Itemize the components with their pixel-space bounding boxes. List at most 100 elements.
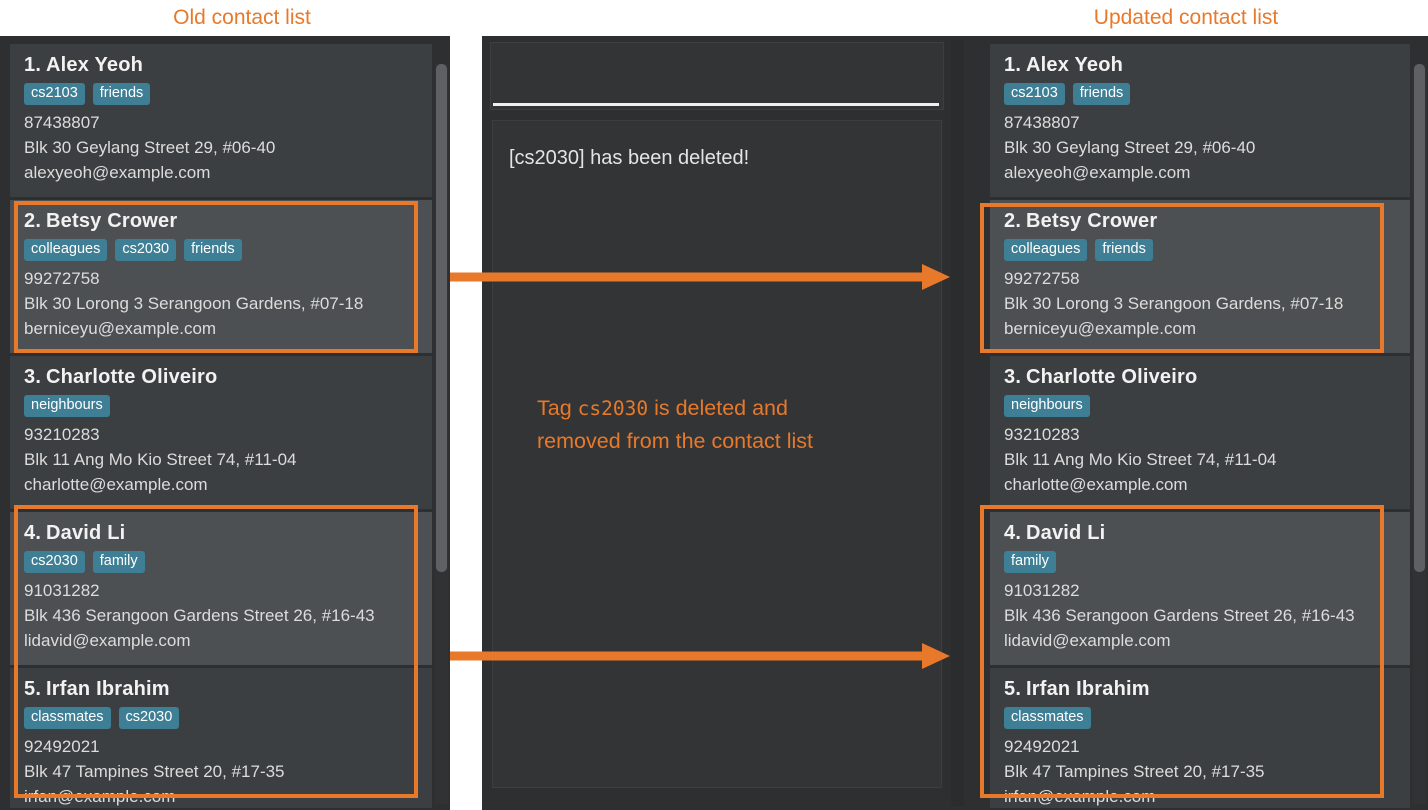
contact-card[interactable]: 4. David Li family 91031282 Blk 436 Serangoo… bbox=[990, 512, 1410, 665]
contact-index: 5. bbox=[24, 678, 42, 700]
contact-phone: 93210283 bbox=[1004, 425, 1080, 444]
contact-tags: classmates bbox=[1004, 707, 1396, 729]
contact-email: alexyeoh@example.com bbox=[24, 163, 211, 182]
contact-card[interactable]: 1. Alex Yeoh cs2103 friends 87438807 Blk 30 G… bbox=[10, 44, 432, 197]
contact-address: Blk 30 Geylang Street 29, #06-40 bbox=[24, 138, 276, 157]
tag-pill: colleagues bbox=[1004, 239, 1088, 261]
contact-phone: 92492021 bbox=[24, 737, 100, 756]
annotation-line-2: removed from the contact list bbox=[537, 429, 814, 453]
contact-name-row: 5. Irfan Ibrahim bbox=[1004, 678, 1396, 701]
comparison-figure: Old contact list Updated contact list 1.… bbox=[0, 0, 1428, 810]
tag-pill: cs2103 bbox=[1004, 83, 1065, 105]
tag-pill: cs2030 bbox=[24, 551, 85, 573]
annotation-tag-name: cs2030 bbox=[577, 397, 649, 420]
contact-address: Blk 30 Lorong 3 Serangoon Gardens, #07-1… bbox=[24, 294, 364, 313]
contact-email: irfan@example.com bbox=[24, 787, 176, 806]
contact-email: berniceyu@example.com bbox=[24, 319, 217, 338]
contact-phone: 99272758 bbox=[24, 269, 100, 288]
contact-phone: 87438807 bbox=[1004, 113, 1080, 132]
contact-email: berniceyu@example.com bbox=[1004, 319, 1197, 338]
contact-phone: 91031282 bbox=[24, 581, 100, 600]
contact-phone: 99272758 bbox=[1004, 269, 1080, 288]
contact-index: 3. bbox=[24, 366, 42, 388]
contact-index: 5. bbox=[1004, 678, 1022, 700]
contact-tags: colleagues cs2030 friends bbox=[24, 239, 418, 261]
contact-name-row: 2. Betsy Crower bbox=[24, 210, 418, 233]
contact-name-row: 1. Alex Yeoh bbox=[24, 54, 418, 77]
old-contact-list-panel: 1. Alex Yeoh cs2103 friends 87438807 Blk 30 G… bbox=[0, 36, 450, 810]
contact-tags: cs2030 family bbox=[24, 551, 418, 573]
contact-address: Blk 436 Serangoon Gardens Street 26, #16… bbox=[24, 606, 375, 625]
contact-name-row: 4. David Li bbox=[1004, 522, 1396, 545]
contact-name-row: 4. David Li bbox=[24, 522, 418, 545]
contact-card[interactable]: 2. Betsy Crower colleagues friends 99272758 B… bbox=[990, 200, 1410, 353]
caption-old-contact-list: Old contact list bbox=[173, 6, 311, 29]
contact-phone: 91031282 bbox=[1004, 581, 1080, 600]
command-input-box[interactable] bbox=[490, 42, 944, 110]
contact-tags: classmates cs2030 bbox=[24, 707, 418, 729]
contact-card[interactable]: 4. David Li cs2030 family 91031282 Blk 436 Se… bbox=[10, 512, 432, 665]
tag-pill: family bbox=[92, 551, 145, 573]
contact-address: Blk 436 Serangoon Gardens Street 26, #16… bbox=[1004, 606, 1355, 625]
old-list-scrollbar-thumb[interactable] bbox=[436, 64, 447, 572]
contact-card[interactable]: 3. Charlotte Oliveiro neighbours 93210283 Bl… bbox=[990, 356, 1410, 509]
arrow-betsy bbox=[450, 264, 950, 290]
updated-list-scrollbar[interactable] bbox=[1413, 64, 1426, 804]
contact-card[interactable]: 1. Alex Yeoh cs2103 friends 87438807 Blk 30 G… bbox=[990, 44, 1410, 197]
contact-address: Blk 47 Tampines Street 20, #17-35 bbox=[1004, 762, 1265, 781]
contact-email: irfan@example.com bbox=[1004, 787, 1156, 806]
contact-index: 1. bbox=[1004, 54, 1022, 76]
contact-address: Blk 30 Lorong 3 Serangoon Gardens, #07-1… bbox=[1004, 294, 1344, 313]
tag-pill: neighbours bbox=[24, 395, 110, 417]
contact-email: charlotte@example.com bbox=[24, 475, 208, 494]
tag-pill: friends bbox=[1095, 239, 1153, 261]
contact-name: Irfan Ibrahim bbox=[46, 678, 170, 700]
contact-phone: 87438807 bbox=[24, 113, 100, 132]
contact-index: 3. bbox=[1004, 366, 1022, 388]
contact-tags: colleagues friends bbox=[1004, 239, 1396, 261]
contact-tags: neighbours bbox=[1004, 395, 1396, 417]
contact-phone: 93210283 bbox=[24, 425, 100, 444]
annotation-line1-post: is deleted and bbox=[648, 396, 788, 420]
contact-index: 2. bbox=[1004, 210, 1022, 232]
annotation-line-1: Tag cs2030 is deleted and bbox=[537, 392, 937, 425]
contact-phone: 92492021 bbox=[1004, 737, 1080, 756]
contact-tags: cs2103 friends bbox=[1004, 83, 1396, 105]
updated-contact-list[interactable]: 1. Alex Yeoh cs2103 friends 87438807 Blk 30 G… bbox=[990, 44, 1410, 808]
contact-name: Charlotte Oliveiro bbox=[1026, 366, 1198, 388]
old-list-scrollbar[interactable] bbox=[435, 64, 448, 804]
contact-card[interactable]: 5. Irfan Ibrahim classmates cs2030 92492021 B… bbox=[10, 668, 432, 808]
contact-name: Charlotte Oliveiro bbox=[46, 366, 218, 388]
tag-pill: family bbox=[1004, 551, 1056, 573]
contact-email: charlotte@example.com bbox=[1004, 475, 1188, 494]
updated-contact-list-panel: 1. Alex Yeoh cs2103 friends 87438807 Blk 30 G… bbox=[968, 36, 1428, 810]
tag-pill: classmates bbox=[1004, 707, 1091, 729]
contact-address: Blk 11 Ang Mo Kio Street 74, #11-04 bbox=[1004, 450, 1277, 469]
arrow-david bbox=[450, 643, 950, 669]
contact-index: 4. bbox=[1004, 522, 1022, 544]
contact-email: lidavid@example.com bbox=[1004, 631, 1171, 650]
tag-pill: friends bbox=[1072, 83, 1131, 105]
contact-name-row: 5. Irfan Ibrahim bbox=[24, 678, 418, 701]
contact-name-row: 1. Alex Yeoh bbox=[1004, 54, 1396, 77]
tag-pill: colleagues bbox=[24, 239, 108, 261]
tag-pill: cs2030 bbox=[118, 707, 180, 729]
contact-tags: cs2103 friends bbox=[24, 83, 418, 105]
annotation-line1-pre: Tag bbox=[537, 396, 578, 420]
contact-name: David Li bbox=[1026, 522, 1106, 544]
contact-name: Betsy Crower bbox=[1026, 210, 1158, 232]
result-message: [cs2030] has been deleted! bbox=[509, 147, 750, 169]
command-input-underline bbox=[493, 103, 939, 106]
contact-index: 4. bbox=[24, 522, 42, 544]
contact-name-row: 3. Charlotte Oliveiro bbox=[1004, 366, 1396, 389]
updated-list-scrollbar-thumb[interactable] bbox=[1414, 64, 1425, 572]
contact-email: alexyeoh@example.com bbox=[1004, 163, 1191, 182]
old-contact-list[interactable]: 1. Alex Yeoh cs2103 friends 87438807 Blk 30 G… bbox=[10, 44, 432, 808]
contact-address: Blk 47 Tampines Street 20, #17-35 bbox=[24, 762, 285, 781]
contact-name: Betsy Crower bbox=[46, 210, 178, 232]
tag-pill: neighbours bbox=[1004, 395, 1090, 417]
contact-card[interactable]: 5. Irfan Ibrahim classmates 92492021 Blk 47 … bbox=[990, 668, 1410, 808]
contact-card[interactable]: 3. Charlotte Oliveiro neighbours 93210283 Bl… bbox=[10, 356, 432, 509]
contact-card[interactable]: 2. Betsy Crower colleagues cs2030 friends 992… bbox=[10, 200, 432, 353]
app-window-scrollbar[interactable] bbox=[951, 40, 964, 806]
